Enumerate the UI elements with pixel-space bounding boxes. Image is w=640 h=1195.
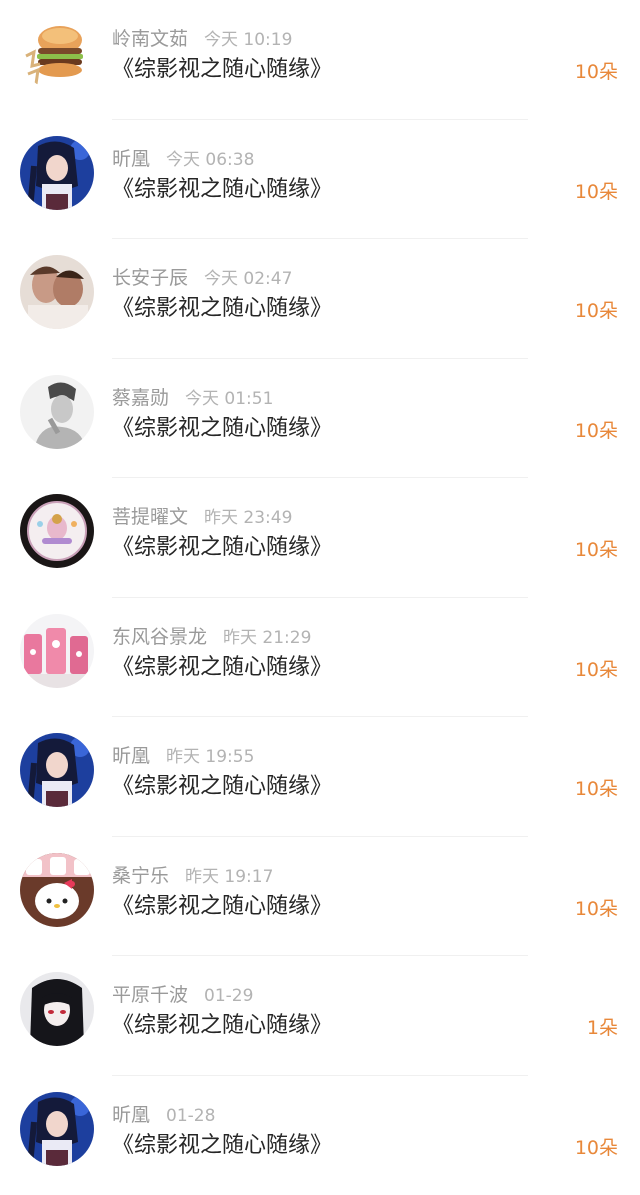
user-name[interactable]: 长安子辰 — [112, 267, 188, 289]
book-title[interactable]: 《综影视之随心随缘》 — [112, 56, 332, 84]
list-item[interactable]: 昕凰 01-28 《综影视之随心随缘》 10朵 — [0, 1076, 640, 1195]
user-name[interactable]: 昕凰 — [112, 1104, 150, 1126]
timestamp: 昨天 19:17 — [185, 867, 273, 887]
flower-count: 10朵 — [575, 58, 618, 86]
gift-record-list: 岭南文茹今天 10:19 《综影视之随心随缘》 10朵 昕凰今天 06:38 《… — [0, 0, 640, 1169]
name-line: 昕凰昨天 19:55 — [112, 743, 254, 769]
flower-count: 10朵 — [575, 775, 618, 803]
flower-count: 10朵 — [575, 417, 618, 445]
book-title[interactable]: 《综影视之随心随缘》 — [112, 415, 332, 443]
user-name[interactable]: 蔡嘉勋 — [112, 387, 169, 409]
list-item[interactable]: 菩提曜文昨天 23:49 《综影视之随心随缘》 10朵 — [0, 478, 640, 598]
pink-items-avatar[interactable] — [20, 614, 94, 688]
flower-count: 10朵 — [575, 297, 618, 325]
book-title[interactable]: 《综影视之随心随缘》 — [112, 176, 332, 204]
list-item[interactable]: 东风谷景龙昨天 21:29 《综影视之随心随缘》 10朵 — [0, 598, 640, 718]
timestamp: 昨天 23:49 — [204, 508, 292, 528]
hello-kitty-cups-avatar[interactable] — [20, 853, 94, 927]
user-name[interactable]: 昕凰 — [112, 148, 150, 170]
anime-girl-blue-avatar[interactable] — [20, 733, 94, 807]
anime-girl-blue-avatar[interactable] — [20, 1092, 94, 1166]
book-title[interactable]: 《综影视之随心随缘》 — [112, 654, 332, 682]
user-name[interactable]: 昕凰 — [112, 745, 150, 767]
user-name[interactable]: 东风谷景龙 — [112, 626, 207, 648]
user-name[interactable]: 平原千波 — [112, 984, 188, 1006]
name-line: 菩提曜文昨天 23:49 — [112, 504, 292, 530]
bw-man-photo-avatar[interactable] — [20, 375, 94, 449]
timestamp: 昨天 19:55 — [166, 747, 254, 767]
name-line: 桑宁乐昨天 19:17 — [112, 863, 273, 889]
user-name[interactable]: 菩提曜文 — [112, 506, 188, 528]
timestamp: 今天 01:51 — [185, 389, 273, 409]
list-item[interactable]: 蔡嘉勋今天 01:51 《综影视之随心随缘》 10朵 — [0, 359, 640, 479]
list-item[interactable]: 桑宁乐昨天 19:17 《综影视之随心随缘》 10朵 — [0, 837, 640, 957]
timestamp: 今天 10:19 — [204, 30, 292, 50]
flower-count: 1朵 — [587, 1014, 618, 1042]
name-line: 长安子辰今天 02:47 — [112, 265, 292, 291]
name-line: 平原千波 01-29 — [112, 982, 253, 1008]
name-line: 昕凰 01-28 — [112, 1102, 215, 1128]
name-line: 蔡嘉勋今天 01:51 — [112, 385, 273, 411]
name-line: 岭南文茹今天 10:19 — [112, 26, 292, 52]
timestamp: 01-29 — [204, 986, 253, 1006]
book-title[interactable]: 《综影视之随心随缘》 — [112, 773, 332, 801]
timestamp: 今天 06:38 — [166, 150, 254, 170]
book-title[interactable]: 《综影视之随心随缘》 — [112, 893, 332, 921]
flower-count: 10朵 — [575, 178, 618, 206]
plate-art-avatar[interactable] — [20, 494, 94, 568]
list-item[interactable]: 平原千波 01-29 《综影视之随心随缘》 1朵 — [0, 956, 640, 1076]
name-line: 东风谷景龙昨天 21:29 — [112, 624, 311, 650]
book-title[interactable]: 《综影视之随心随缘》 — [112, 1012, 332, 1040]
timestamp: 今天 02:47 — [204, 269, 292, 289]
list-item[interactable]: 长安子辰今天 02:47 《综影视之随心随缘》 10朵 — [0, 239, 640, 359]
user-name[interactable]: 岭南文茹 — [112, 28, 188, 50]
flower-count: 10朵 — [575, 1134, 618, 1162]
couple-photo-avatar[interactable] — [20, 255, 94, 329]
book-title[interactable]: 《综影视之随心随缘》 — [112, 534, 332, 562]
burger-avatar[interactable] — [20, 16, 94, 90]
flower-count: 10朵 — [575, 536, 618, 564]
anime-girl-blue-avatar[interactable] — [20, 136, 94, 210]
user-name[interactable]: 桑宁乐 — [112, 865, 169, 887]
timestamp: 昨天 21:29 — [223, 628, 311, 648]
list-item[interactable]: 昕凰昨天 19:55 《综影视之随心随缘》 10朵 — [0, 717, 640, 837]
list-item[interactable]: 昕凰今天 06:38 《综影视之随心随缘》 10朵 — [0, 120, 640, 240]
list-item[interactable]: 岭南文茹今天 10:19 《综影视之随心随缘》 10朵 — [0, 0, 640, 120]
timestamp: 01-28 — [166, 1106, 215, 1126]
flower-count: 10朵 — [575, 656, 618, 684]
book-title[interactable]: 《综影视之随心随缘》 — [112, 1132, 332, 1160]
book-title[interactable]: 《综影视之随心随缘》 — [112, 295, 332, 323]
flower-count: 10朵 — [575, 895, 618, 923]
name-line: 昕凰今天 06:38 — [112, 146, 254, 172]
anime-dark-hair-avatar[interactable] — [20, 972, 94, 1046]
